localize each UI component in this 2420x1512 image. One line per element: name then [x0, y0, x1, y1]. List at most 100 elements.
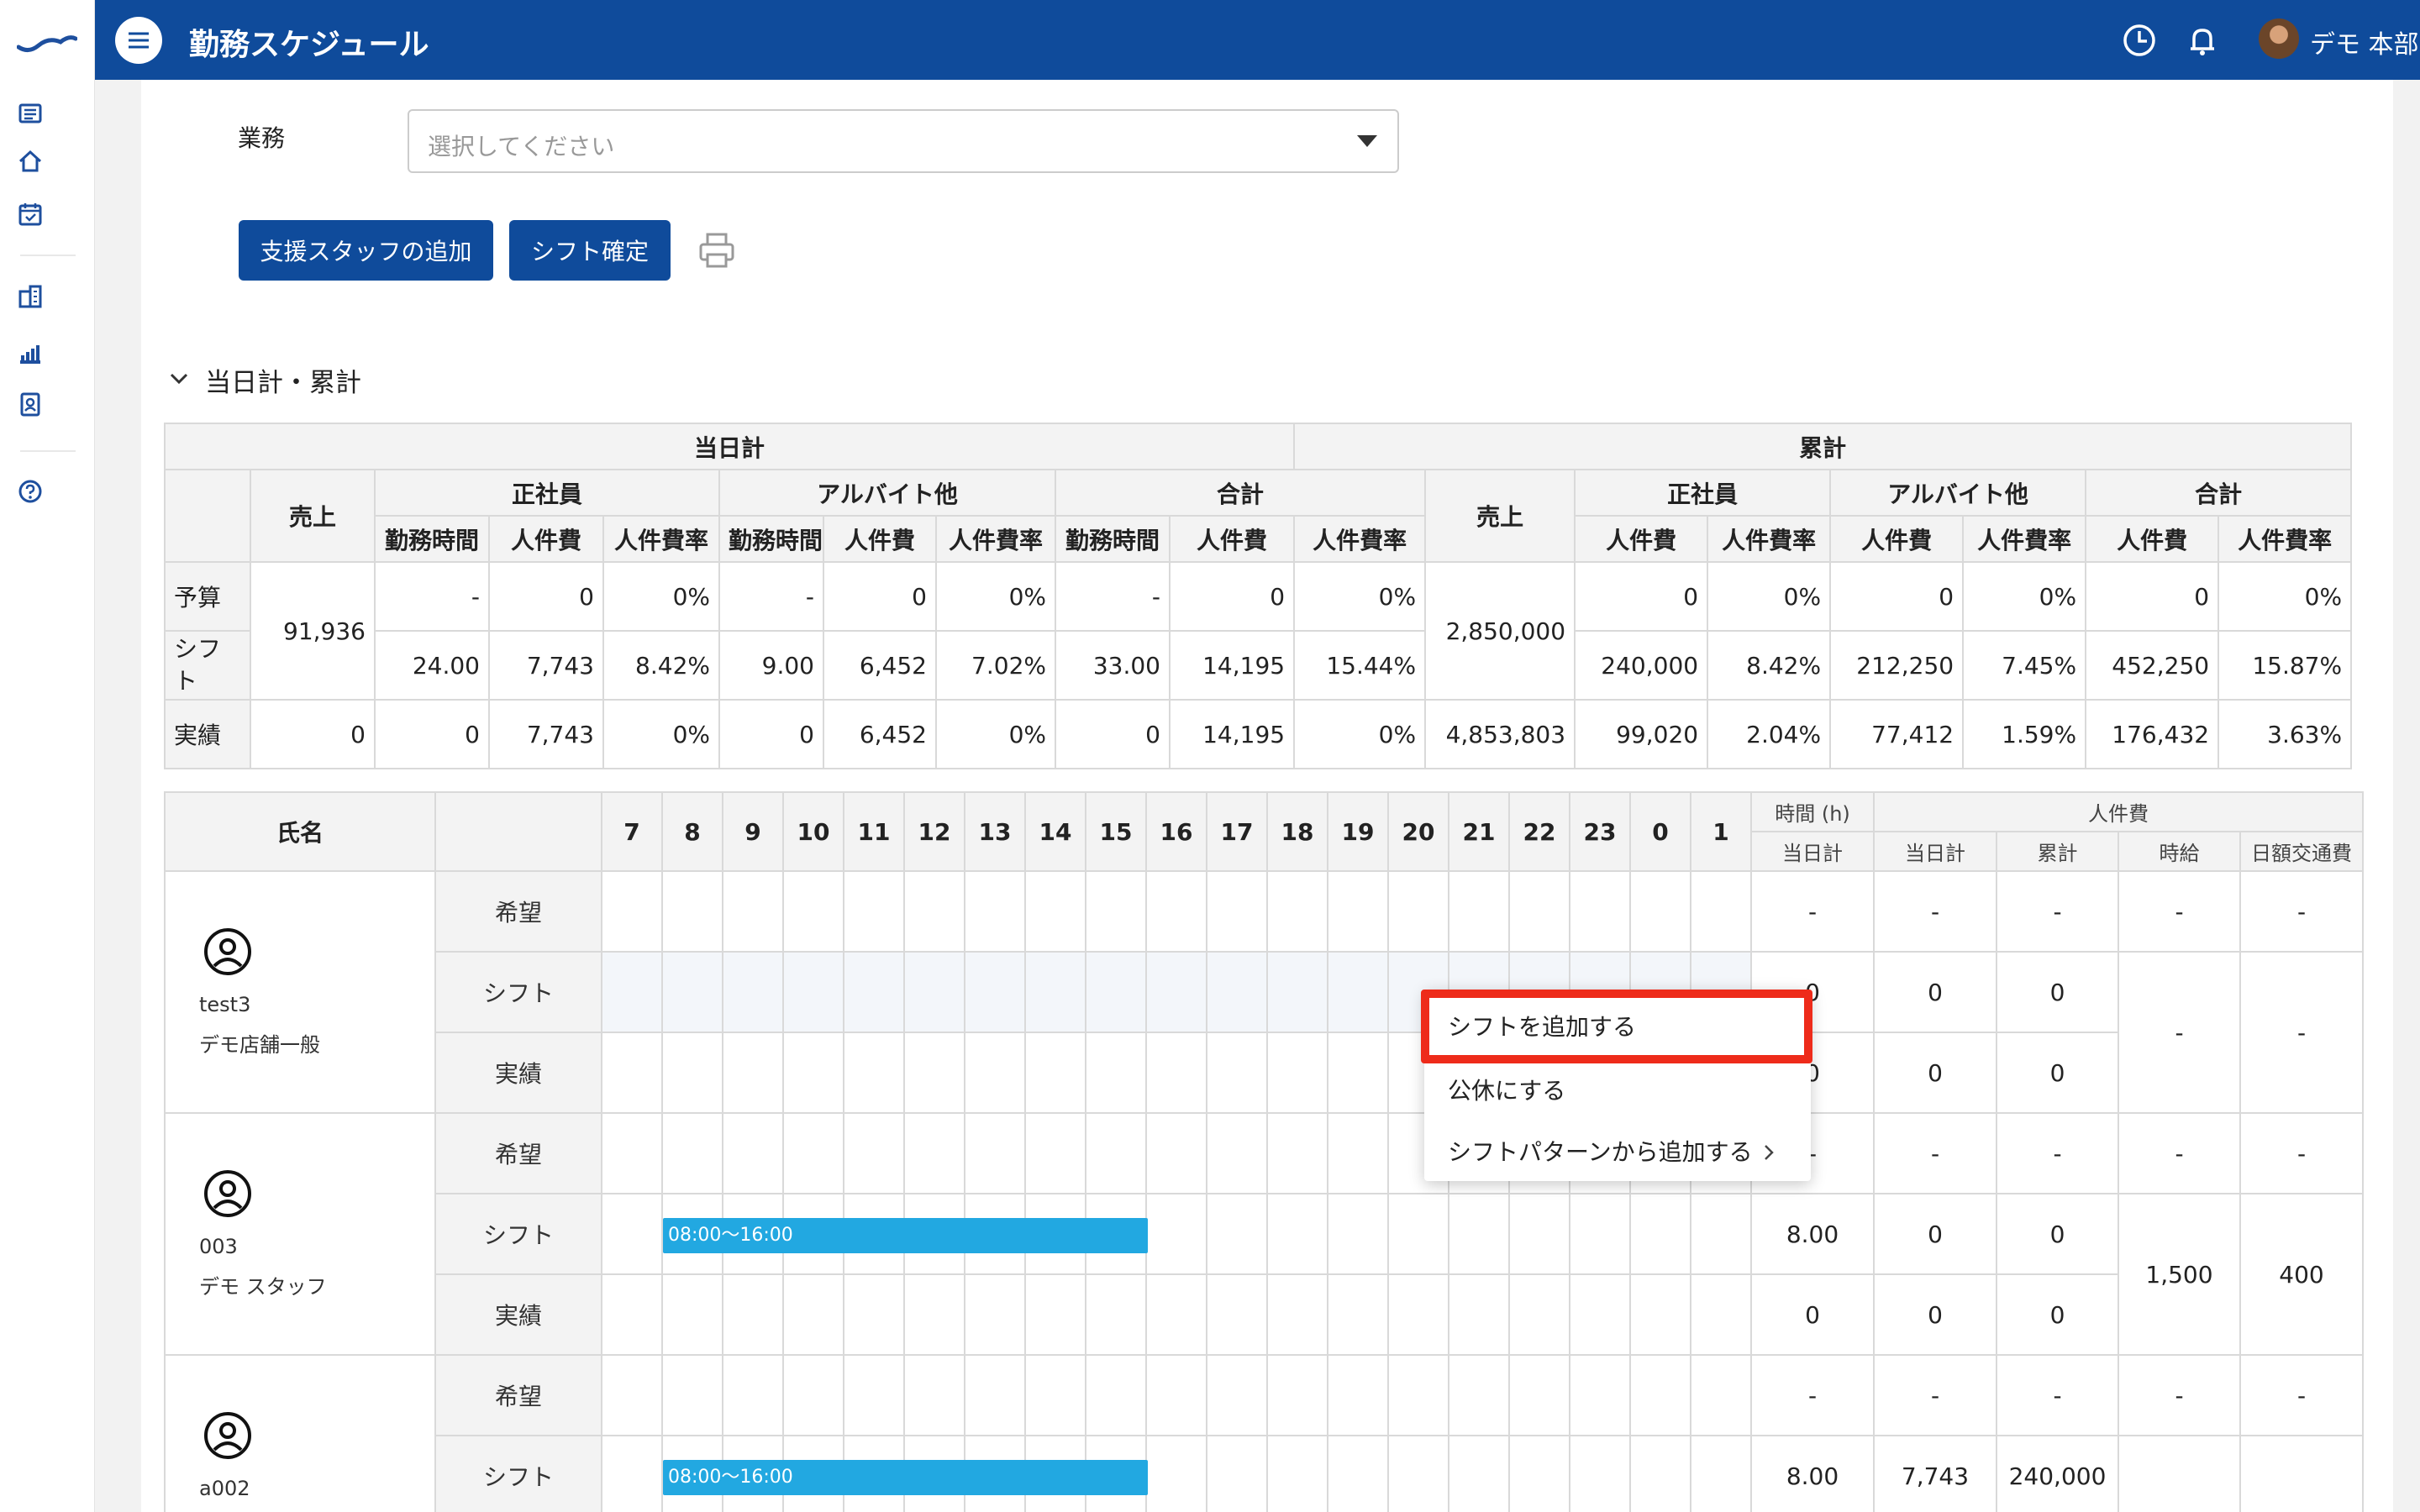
hour-cell[interactable] [1085, 870, 1147, 953]
hour-cell[interactable] [1145, 1273, 1207, 1356]
hour-cell[interactable] [1690, 1273, 1752, 1356]
add-support-staff-button[interactable]: 支援スタッフの追加 [239, 220, 493, 281]
logo-icon[interactable] [17, 24, 77, 57]
print-icon[interactable] [697, 231, 736, 270]
hour-cell[interactable] [1024, 1354, 1086, 1436]
hour-cell[interactable] [601, 951, 663, 1033]
hour-cell[interactable] [782, 1354, 844, 1436]
hour-cell[interactable] [1145, 1112, 1207, 1194]
hour-cell[interactable] [1448, 1273, 1510, 1356]
hour-cell[interactable] [1387, 1435, 1449, 1512]
hour-cell[interactable] [1266, 1112, 1328, 1194]
hour-cell[interactable] [782, 1273, 844, 1356]
hour-cell[interactable] [1327, 951, 1389, 1033]
hour-cell[interactable] [1629, 1354, 1691, 1436]
hour-cell[interactable] [1206, 1193, 1268, 1275]
hour-cell[interactable] [1024, 1273, 1086, 1356]
hour-cell[interactable] [661, 951, 723, 1033]
hour-cell[interactable] [782, 951, 844, 1033]
hour-cell[interactable] [1629, 1273, 1691, 1356]
hour-cell[interactable] [1508, 1193, 1570, 1275]
hour-cell[interactable] [1448, 1193, 1510, 1275]
hour-cell[interactable] [1327, 1273, 1389, 1356]
hour-cell[interactable] [1690, 1193, 1752, 1275]
hour-cell[interactable] [1448, 1354, 1510, 1436]
hour-cell[interactable] [1266, 1273, 1328, 1356]
hour-cell[interactable] [1145, 1354, 1207, 1436]
hour-cell[interactable] [661, 1354, 723, 1436]
bar-chart-icon[interactable] [17, 339, 44, 365]
hour-cell[interactable] [964, 870, 1026, 953]
home-icon[interactable] [17, 148, 44, 175]
hour-cell[interactable] [903, 951, 965, 1033]
hour-cell[interactable] [1206, 1354, 1268, 1436]
hour-cell[interactable] [722, 870, 784, 953]
business-select[interactable]: 選択してください [408, 109, 1399, 173]
hour-cell[interactable] [782, 870, 844, 953]
hour-cell[interactable] [1629, 1435, 1691, 1512]
hour-cell[interactable] [1569, 1273, 1631, 1356]
hour-cell[interactable] [843, 1032, 905, 1114]
hour-cell[interactable] [1145, 1032, 1207, 1114]
history-clock-icon[interactable] [2121, 22, 2158, 59]
hour-cell[interactable] [1690, 870, 1752, 953]
hour-cell[interactable] [601, 1273, 663, 1356]
hour-cell[interactable] [1024, 870, 1086, 953]
list-icon[interactable] [17, 100, 44, 127]
hour-cell[interactable] [1448, 870, 1510, 953]
hour-cell[interactable] [1508, 870, 1570, 953]
hour-cell[interactable] [601, 1354, 663, 1436]
hour-cell[interactable] [722, 1032, 784, 1114]
hour-cell[interactable] [1387, 1354, 1449, 1436]
hour-cell[interactable] [601, 1435, 663, 1512]
hour-cell[interactable] [1206, 951, 1268, 1033]
hour-cell[interactable] [1690, 1354, 1752, 1436]
hour-cell[interactable] [1024, 1112, 1086, 1194]
hour-cell[interactable] [782, 1032, 844, 1114]
staff-cell[interactable]: 003 デモ スタッフ [164, 1112, 436, 1356]
section-title[interactable]: 当日計・累計 [205, 361, 361, 399]
hour-cell[interactable] [1508, 1354, 1570, 1436]
hour-cell[interactable] [601, 1112, 663, 1194]
hour-cell[interactable] [1327, 1032, 1389, 1114]
hour-cell[interactable] [722, 1354, 784, 1436]
hour-cell[interactable] [722, 1112, 784, 1194]
hour-cell[interactable] [1145, 870, 1207, 953]
calendar-check-icon[interactable] [17, 201, 44, 228]
hour-cell[interactable] [661, 870, 723, 953]
hour-cell[interactable] [1085, 1273, 1147, 1356]
hour-cell[interactable] [1024, 1032, 1086, 1114]
hour-cell[interactable] [1569, 870, 1631, 953]
chevron-down-icon[interactable] [168, 368, 190, 390]
building-icon[interactable] [17, 283, 44, 310]
hour-cell[interactable] [1266, 1435, 1328, 1512]
hour-cell[interactable] [1266, 1032, 1328, 1114]
bell-icon[interactable] [2184, 22, 2221, 59]
hour-cell[interactable] [1508, 1435, 1570, 1512]
hour-cell[interactable] [1327, 1193, 1389, 1275]
hour-cell[interactable] [1690, 1435, 1752, 1512]
hour-cell[interactable] [1145, 1193, 1207, 1275]
hour-cell[interactable] [1569, 1435, 1631, 1512]
hour-cell[interactable] [601, 870, 663, 953]
page-scrollbar[interactable] [2393, 80, 2420, 1512]
hour-cell[interactable] [843, 1112, 905, 1194]
hour-cell[interactable] [1387, 1193, 1449, 1275]
hour-cell[interactable] [601, 1032, 663, 1114]
hour-cell[interactable] [1629, 1193, 1691, 1275]
hour-cell[interactable] [1327, 1112, 1389, 1194]
hour-cell[interactable] [1387, 870, 1449, 953]
hour-cell[interactable] [601, 1193, 663, 1275]
hour-cell[interactable] [903, 1032, 965, 1114]
hour-cell[interactable] [1085, 951, 1147, 1033]
confirm-shift-button[interactable]: シフト確定 [509, 220, 671, 281]
menu-toggle-button[interactable] [115, 17, 162, 64]
help-icon[interactable] [17, 478, 44, 505]
hour-cell[interactable] [1085, 1112, 1147, 1194]
hour-cell[interactable] [722, 951, 784, 1033]
hour-cell[interactable] [1327, 1354, 1389, 1436]
hour-cell[interactable] [661, 1112, 723, 1194]
hour-cell[interactable] [903, 1354, 965, 1436]
hour-cell[interactable] [1327, 870, 1389, 953]
hour-cell[interactable] [1206, 870, 1268, 953]
